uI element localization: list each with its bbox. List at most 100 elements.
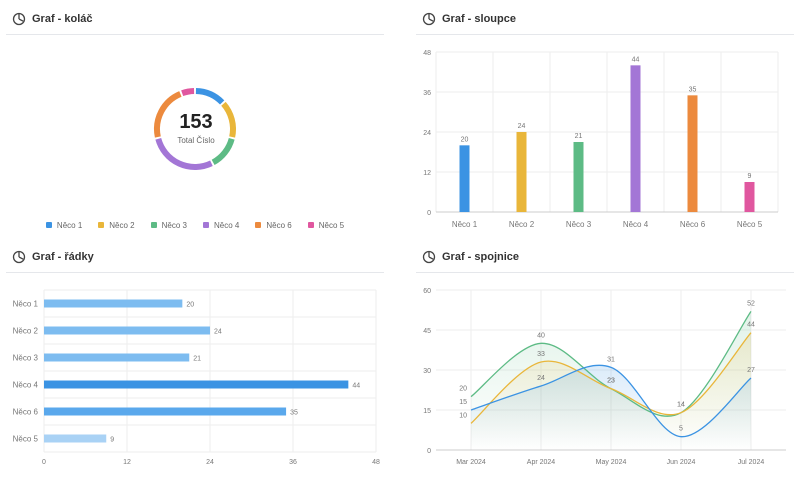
bar [44,434,107,443]
line-chart-panel: Graf - spojnice 0 15 30 45 60 Mar 2024 Apr 202… [416,242,794,472]
legend-swatch [255,222,262,228]
data-label: 40 [537,332,545,339]
y-tick-label: Něco 5 [13,435,39,444]
column-chart: 0 12 24 36 48 20 Něco 1 24 Něco 2 21 Něco 3 44 Něco … [423,50,779,229]
y-tick-label: 12 [423,170,431,177]
x-tick-label: Něco 2 [509,220,535,229]
data-label: 5 [679,426,683,433]
data-label: 52 [747,300,755,307]
pie-chart-icon [12,250,26,264]
bar [687,95,698,212]
hbar-panel-title: Graf - řádky [32,251,94,263]
pie-panel-header: Graf - koláč [6,4,384,35]
x-tick-label: Mar 2024 [456,459,486,466]
pie-legend: Něco 1 Něco 2 Něco 3 Něco 4 Něco 6 Něco 5 [6,217,384,233]
line-panel-title: Graf - spojnice [442,251,520,263]
bar [44,407,287,416]
data-label: 14 [677,402,685,409]
x-tick-label: Apr 2024 [527,459,556,466]
data-label: 20 [459,386,467,393]
legend-label: Něco 2 [109,220,135,230]
y-tick-label: 15 [423,408,431,415]
bar-value-label: 9 [748,173,752,180]
data-label: 27 [747,367,755,374]
bar [459,145,470,212]
bar [44,299,183,308]
x-tick-label: 12 [123,459,131,466]
legend-item[interactable]: Něco 5 [307,217,344,233]
bar-value-label: 24 [214,329,222,336]
legend-item[interactable]: Něco 6 [255,217,292,233]
bar-value-label: 35 [290,410,298,417]
line-panel-header: Graf - spojnice [416,242,794,273]
legend-swatch [98,222,105,228]
x-tick-label: May 2024 [596,459,627,466]
x-tick-label: Něco 1 [452,220,478,229]
y-tick-label: 60 [423,288,431,295]
y-tick-label: Něco 3 [13,354,39,363]
donut-total-label: Total Číslo [177,136,215,145]
donut-total: 153 [179,111,213,133]
x-tick-label: 24 [206,459,214,466]
bar-value-label: 44 [632,56,640,63]
y-tick-label: 24 [423,130,431,137]
legend-label: Něco 3 [161,220,187,230]
y-tick-label: 36 [423,90,431,97]
pie-chart-panel: Graf - koláč 153 Total Číslo Něco 1 Něco … [6,4,384,234]
x-tick-label: Něco 3 [566,220,592,229]
bar-panel-header: Graf - sloupce [416,4,794,35]
y-tick-label: 48 [423,50,431,57]
donut-slice [195,88,225,105]
hbar-panel-header: Graf - řádky [6,242,384,273]
pie-chart-icon [12,12,26,26]
legend-item[interactable]: Něco 1 [45,217,83,233]
y-tick-label: 45 [423,328,431,335]
donut-slice [181,88,195,97]
pie-chart-icon [422,250,436,264]
x-tick-label: Jun 2024 [667,459,696,466]
bar-value-label: 44 [352,383,360,390]
y-tick-label: 0 [427,210,431,217]
data-label: 23 [607,378,615,385]
row-chart: 0 12 24 36 48 20 Něco 1 24 Něco 2 21 Něco 3 44 Něco … [13,289,380,466]
legend-item[interactable]: Něco 3 [150,217,187,233]
bar [44,326,210,335]
bar-value-label: 20 [461,136,469,143]
bar-value-label: 9 [110,437,114,444]
legend-swatch [45,222,52,228]
legend-item[interactable]: Něco 4 [203,217,239,233]
legend-label: Něco 1 [56,220,83,230]
bar-value-label: 21 [575,133,583,140]
bar [516,132,527,212]
pie-chart-icon [422,12,436,26]
bar-panel-title: Graf - sloupce [442,13,516,25]
y-tick-label: Něco 1 [13,300,39,309]
pie-panel-title: Graf - koláč [32,13,93,25]
legend-swatch [150,222,157,228]
hbar-chart-panel: Graf - řádky 0 12 24 36 48 20 Něco 1 24 Něco 2 21… [6,242,384,472]
x-tick-label: Něco 4 [623,220,649,229]
x-tick-label: Něco 5 [737,220,763,229]
bar [573,142,584,212]
bar-value-label: 24 [518,123,526,130]
x-tick-label: 36 [289,459,297,466]
legend-item[interactable]: Něco 2 [98,217,135,233]
bar [744,182,755,212]
data-label: 24 [537,375,545,382]
legend-swatch [307,222,314,228]
data-label: 31 [607,356,615,363]
bar [630,65,641,212]
bar-chart-panel: Graf - sloupce 0 12 24 36 48 20 Něco 1 24 Něco 2… [416,4,794,236]
x-tick-label: 48 [372,459,380,466]
line-chart: 0 15 30 45 60 Mar 2024 Apr 2024 May 2024 Jun 202… [423,288,786,466]
legend-swatch [203,222,209,228]
bar-value-label: 20 [186,302,194,309]
x-tick-label: Jul 2024 [738,459,765,466]
data-label: 15 [459,399,467,406]
y-tick-label: Něco 4 [13,381,39,390]
y-tick-label: Něco 2 [13,327,39,336]
legend-label: Něco 6 [266,220,292,230]
x-tick-label: 0 [42,459,46,466]
bar [44,380,349,389]
bar-value-label: 35 [689,86,697,93]
